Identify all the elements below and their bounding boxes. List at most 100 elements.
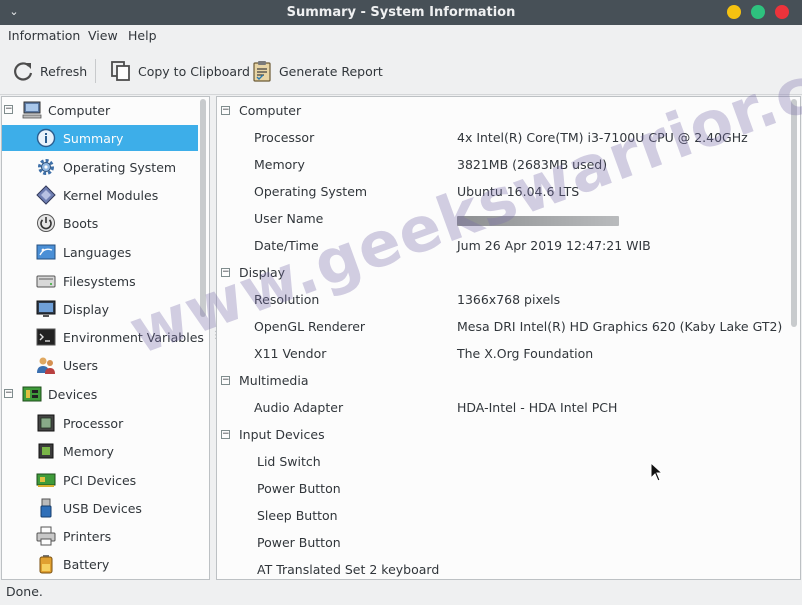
detail-row[interactable]: Power Button bbox=[217, 475, 787, 502]
sidebar-item-filesystems[interactable]: Filesystems bbox=[2, 268, 198, 294]
pci-card-icon bbox=[36, 473, 56, 487]
devices-board-icon bbox=[22, 386, 42, 402]
detail-value: 3821MB (2683MB used) bbox=[457, 157, 608, 172]
sidebar-item-label: Languages bbox=[63, 244, 132, 260]
detail-row[interactable]: Power Button bbox=[217, 529, 787, 556]
collapse-icon[interactable]: − bbox=[4, 105, 13, 114]
detail-key: Memory bbox=[254, 157, 305, 172]
close-button[interactable] bbox=[775, 5, 789, 19]
sidebar-item-battery[interactable]: Battery bbox=[2, 551, 198, 577]
details-scrollbar-thumb[interactable] bbox=[791, 99, 797, 327]
title-bar: ⌄ Summary - System Information bbox=[0, 0, 802, 25]
sidebar-item-usb-devices[interactable]: USB Devices bbox=[2, 495, 198, 521]
detail-key: Processor bbox=[254, 130, 315, 145]
detail-key: Power Button bbox=[257, 535, 341, 550]
sidebar-item-processor[interactable]: Processor bbox=[2, 410, 198, 436]
copy-icon bbox=[111, 61, 130, 81]
detail-row[interactable]: AT Translated Set 2 keyboard bbox=[217, 556, 787, 579]
collapse-icon[interactable]: − bbox=[221, 106, 230, 115]
mouse-cursor-icon bbox=[650, 462, 662, 482]
sidebar-item-label: Memory bbox=[63, 443, 114, 459]
detail-row[interactable]: Date/Time Jum 26 Apr 2019 12:47:21 WIB bbox=[217, 232, 787, 259]
detail-row[interactable]: X11 Vendor The X.Org Foundation bbox=[217, 340, 787, 367]
refresh-button[interactable]: Refresh bbox=[12, 59, 87, 83]
sidebar-item-label: Kernel Modules bbox=[63, 187, 159, 203]
copy-to-clipboard-button[interactable]: Copy to Clipboard bbox=[110, 59, 250, 83]
sidebar-tree[interactable]: − Computer Summary Operating System Kern… bbox=[1, 96, 210, 580]
section-title: Display bbox=[239, 265, 286, 280]
sidebar-item-operating-system[interactable]: Operating System bbox=[2, 154, 198, 180]
detail-row[interactable]: OpenGL Renderer Mesa DRI Intel(R) HD Gra… bbox=[217, 313, 787, 340]
usb-icon bbox=[40, 498, 52, 518]
report-clipboard-icon bbox=[253, 61, 271, 82]
section-header-multimedia[interactable]: − Multimedia bbox=[217, 367, 787, 394]
minimize-button[interactable] bbox=[727, 5, 741, 19]
sidebar-item-memory[interactable]: Memory bbox=[2, 438, 198, 464]
pane-splitter-handle[interactable]: ⋮ bbox=[211, 330, 221, 346]
status-bar: Done. bbox=[0, 581, 802, 605]
detail-value: Mesa DRI Intel(R) HD Graphics 620 (Kaby … bbox=[457, 319, 783, 334]
detail-value: Jum 26 Apr 2019 12:47:21 WIB bbox=[457, 238, 651, 253]
section-header-computer[interactable]: − Computer bbox=[217, 97, 787, 124]
section-header-display[interactable]: − Display bbox=[217, 259, 787, 286]
refresh-label: Refresh bbox=[40, 63, 88, 79]
sidebar-item-label: Environment Variables bbox=[63, 329, 204, 345]
sidebar-item-label: Processor bbox=[63, 415, 124, 431]
collapse-icon[interactable]: − bbox=[221, 376, 230, 385]
detail-value: HDA-Intel - HDA Intel PCH bbox=[457, 400, 618, 415]
users-icon bbox=[37, 357, 55, 374]
menu-help[interactable]: Help bbox=[128, 25, 157, 47]
detail-row[interactable]: Sleep Button bbox=[217, 502, 787, 529]
detail-key: Lid Switch bbox=[257, 454, 321, 469]
report-label: Generate Report bbox=[279, 63, 383, 79]
section-title: Computer bbox=[239, 103, 302, 118]
computer-icon bbox=[22, 101, 42, 119]
power-icon bbox=[37, 214, 55, 232]
detail-row[interactable]: Operating System Ubuntu 16.04.6 LTS bbox=[217, 178, 787, 205]
sidebar-item-languages[interactable]: Languages bbox=[2, 239, 198, 265]
printer-icon bbox=[36, 526, 56, 546]
sidebar-item-display[interactable]: Display bbox=[2, 296, 198, 322]
sidebar-item-pci-devices[interactable]: PCI Devices bbox=[2, 467, 198, 493]
section-header-input-devices[interactable]: − Input Devices bbox=[217, 421, 787, 448]
sidebar-group-devices[interactable]: − Devices bbox=[2, 381, 198, 407]
collapse-icon[interactable]: − bbox=[221, 268, 230, 277]
details-tree[interactable]: − Computer Processor 4x Intel(R) Core(TM… bbox=[216, 96, 801, 580]
maximize-button[interactable] bbox=[751, 5, 765, 19]
sidebar-group-computer[interactable]: − Computer bbox=[2, 97, 198, 123]
menu-information[interactable]: Information bbox=[8, 25, 80, 47]
detail-row[interactable]: Resolution 1366x768 pixels bbox=[217, 286, 787, 313]
toolbar-separator bbox=[95, 59, 96, 83]
sidebar-item-kernel-modules[interactable]: Kernel Modules bbox=[2, 182, 198, 208]
sidebar-item-environment-variables[interactable]: Environment Variables bbox=[2, 324, 204, 350]
refresh-icon bbox=[14, 62, 33, 81]
detail-row[interactable]: Processor 4x Intel(R) Core(TM) i3-7100U … bbox=[217, 124, 787, 151]
sidebar-item-users[interactable]: Users bbox=[2, 352, 198, 378]
detail-key: User Name bbox=[254, 211, 324, 226]
collapse-icon[interactable]: − bbox=[4, 389, 13, 398]
sidebar-item-boots[interactable]: Boots bbox=[2, 210, 198, 236]
menu-view[interactable]: View bbox=[88, 25, 118, 47]
copy-label: Copy to Clipboard bbox=[138, 63, 250, 79]
generate-report-button[interactable]: Generate Report bbox=[251, 59, 383, 83]
monitor-icon bbox=[36, 300, 56, 317]
sidebar-item-label: USB Devices bbox=[63, 500, 142, 516]
detail-key: X11 Vendor bbox=[254, 346, 327, 361]
sidebar-item-label: Printers bbox=[63, 528, 112, 544]
gear-icon bbox=[38, 159, 54, 175]
detail-value: 1366x768 pixels bbox=[457, 292, 561, 307]
collapse-icon[interactable]: − bbox=[221, 430, 230, 439]
detail-key: Operating System bbox=[254, 184, 368, 199]
detail-row[interactable]: User Name bbox=[217, 205, 787, 232]
detail-key: Resolution bbox=[254, 292, 320, 307]
sidebar-scrollbar-thumb[interactable] bbox=[200, 99, 206, 317]
sidebar-item-label: Summary bbox=[63, 130, 124, 146]
detail-row[interactable]: Lid Switch bbox=[217, 448, 787, 475]
terminal-icon bbox=[36, 328, 56, 346]
detail-row[interactable]: Audio Adapter HDA-Intel - HDA Intel PCH bbox=[217, 394, 787, 421]
sidebar-item-summary[interactable]: Summary bbox=[2, 125, 198, 151]
detail-row[interactable]: Memory 3821MB (2683MB used) bbox=[217, 151, 787, 178]
sidebar-item-label: Boots bbox=[63, 215, 99, 231]
sidebar-item-printers[interactable]: Printers bbox=[2, 523, 198, 549]
battery-icon bbox=[39, 555, 53, 574]
